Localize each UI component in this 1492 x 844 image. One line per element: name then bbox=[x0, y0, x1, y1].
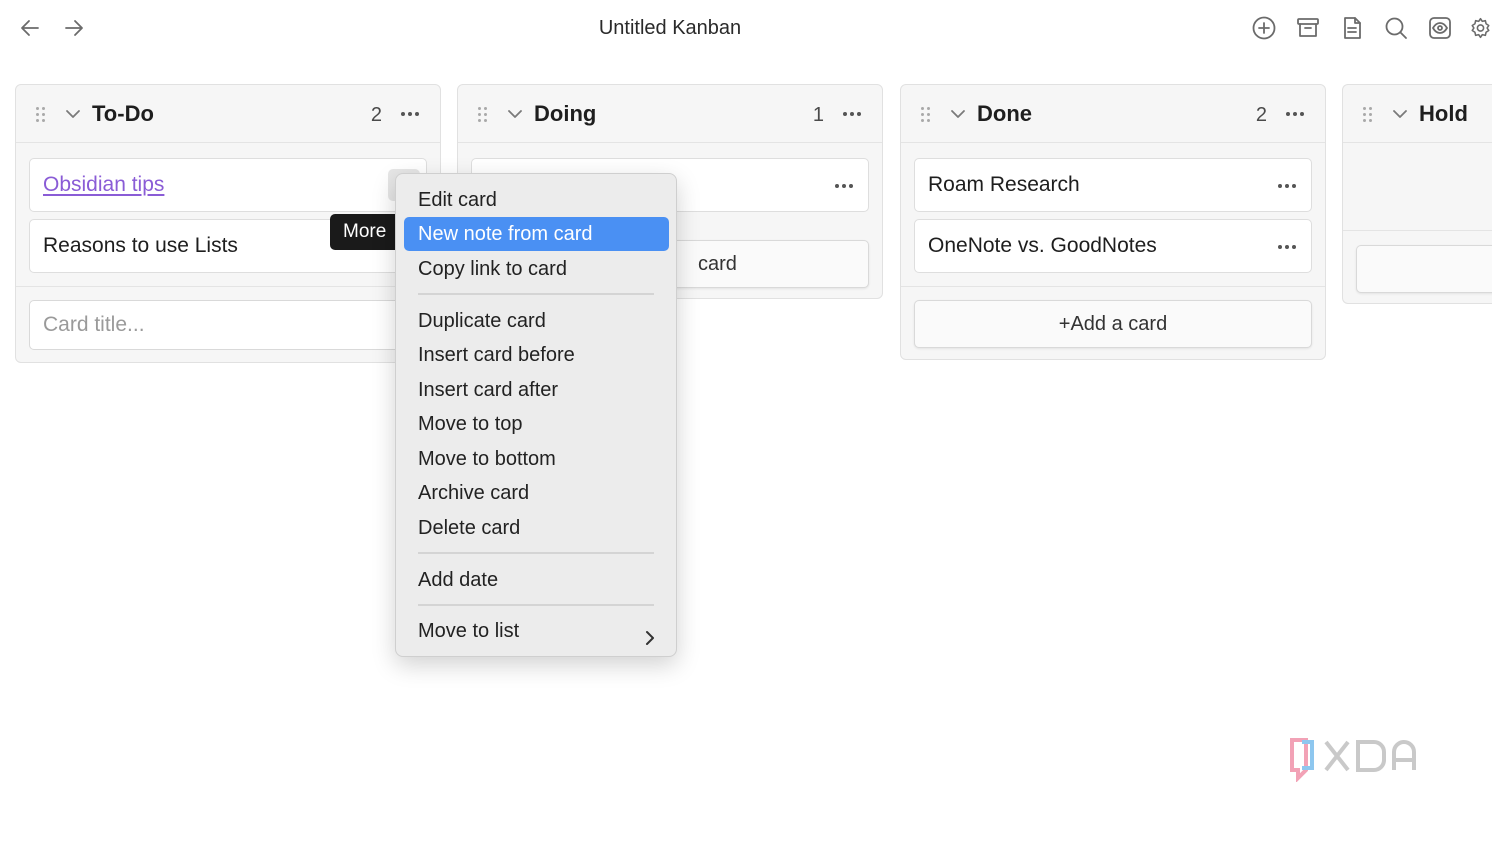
card-title: Reasons to use Lists bbox=[43, 234, 238, 257]
collapse-lane-button[interactable] bbox=[64, 105, 82, 123]
menu-item-archive-card[interactable]: Archive card bbox=[404, 476, 669, 510]
add-card-button[interactable]: +Add a card bbox=[914, 300, 1312, 348]
card-onenote-vs-goodnotes[interactable]: OneNote vs. GoodNotes bbox=[914, 219, 1312, 273]
lane-divider bbox=[901, 286, 1325, 287]
menu-item-delete-card[interactable]: Delete card bbox=[404, 511, 669, 545]
drag-handle-icon[interactable] bbox=[1363, 107, 1373, 123]
add-list-icon bbox=[1252, 16, 1276, 40]
menu-item-insert-card-before[interactable]: Insert card before bbox=[404, 338, 669, 372]
menu-item-move-to-top[interactable]: Move to top bbox=[404, 407, 669, 441]
menu-separator bbox=[418, 293, 654, 295]
chevron-down-icon bbox=[1393, 110, 1407, 118]
card-title-link[interactable]: Obsidian tips bbox=[43, 172, 164, 198]
search-icon bbox=[1385, 17, 1407, 39]
card-more-button[interactable] bbox=[1275, 236, 1299, 258]
new-card-title-input[interactable] bbox=[29, 300, 427, 350]
search-button[interactable] bbox=[1381, 13, 1411, 43]
chevron-down-icon bbox=[951, 110, 965, 118]
drag-handle-icon[interactable] bbox=[921, 107, 931, 123]
card-context-menu: Edit card New note from card Copy link t… bbox=[395, 173, 677, 657]
lane-card-count: 1 bbox=[812, 104, 824, 126]
collapse-lane-button[interactable] bbox=[949, 105, 967, 123]
lane-header: Doing 1 bbox=[458, 85, 882, 143]
chevron-down-icon bbox=[508, 110, 522, 118]
card-roam-research[interactable]: Roam Research bbox=[914, 158, 1312, 212]
more-icon bbox=[835, 184, 839, 188]
lane-title: Done bbox=[977, 101, 1032, 126]
forward-button[interactable] bbox=[60, 14, 88, 42]
back-button[interactable] bbox=[16, 14, 44, 42]
chevron-right-icon bbox=[643, 623, 657, 645]
add-card-button[interactable] bbox=[1356, 245, 1492, 293]
drag-handle-icon[interactable] bbox=[478, 107, 488, 123]
menu-item-edit-card[interactable]: Edit card bbox=[404, 183, 669, 217]
collapse-lane-button[interactable] bbox=[1391, 105, 1409, 123]
lane-header: Done 2 bbox=[901, 85, 1325, 143]
menu-item-move-to-list[interactable]: Move to list bbox=[404, 614, 669, 648]
xda-logo bbox=[1286, 736, 1436, 783]
lane-title: Doing bbox=[534, 101, 597, 126]
menu-separator bbox=[418, 604, 654, 606]
lane-card-count: 2 bbox=[1255, 104, 1267, 126]
lane-header: To-Do 2 bbox=[16, 85, 440, 143]
view-icon bbox=[1429, 17, 1451, 39]
more-icon bbox=[401, 112, 405, 116]
lane-title: Hold bbox=[1419, 101, 1468, 126]
card-obsidian-tips[interactable]: Obsidian tips bbox=[29, 158, 427, 212]
top-bar: Untitled Kanban bbox=[0, 0, 1492, 56]
lane-hold: Hold bbox=[1342, 84, 1492, 304]
lane-divider bbox=[1343, 230, 1492, 231]
card-title: Roam Research bbox=[928, 173, 1080, 196]
lane-card-count: 2 bbox=[370, 104, 382, 126]
menu-item-insert-card-after[interactable]: Insert card after bbox=[404, 373, 669, 407]
more-icon bbox=[1278, 184, 1282, 188]
collapse-lane-button[interactable] bbox=[506, 105, 524, 123]
menu-separator bbox=[418, 552, 654, 554]
card-more-button[interactable] bbox=[832, 175, 856, 197]
more-icon bbox=[843, 112, 847, 116]
lane-done: Done 2 Roam Research OneNote vs. GoodNot… bbox=[900, 84, 1326, 360]
more-icon bbox=[1278, 245, 1282, 249]
more-icon bbox=[1286, 112, 1290, 116]
arrow-right-icon bbox=[65, 20, 83, 36]
view-button[interactable] bbox=[1425, 13, 1455, 43]
add-card-label: card bbox=[698, 252, 737, 275]
chevron-down-icon bbox=[66, 110, 80, 118]
menu-item-copy-link-to-card[interactable]: Copy link to card bbox=[404, 252, 669, 286]
archive-button[interactable] bbox=[1293, 13, 1323, 43]
settings-button[interactable] bbox=[1467, 13, 1492, 43]
more-tooltip: More bbox=[330, 214, 400, 250]
markdown-view-button[interactable] bbox=[1337, 13, 1367, 43]
lane-more-button[interactable] bbox=[840, 103, 864, 125]
card-more-button[interactable] bbox=[1275, 175, 1299, 197]
lane-divider bbox=[16, 286, 440, 287]
add-card-label: +Add a card bbox=[1058, 312, 1168, 335]
menu-item-label: Move to list bbox=[418, 620, 520, 642]
archive-icon bbox=[1297, 18, 1319, 37]
add-list-button[interactable] bbox=[1249, 13, 1279, 43]
card-title: OneNote vs. GoodNotes bbox=[928, 234, 1157, 257]
page-title: Untitled Kanban bbox=[598, 17, 742, 39]
menu-item-add-date[interactable]: Add date bbox=[404, 563, 669, 597]
menu-item-new-note-from-card[interactable]: New note from card bbox=[404, 217, 669, 251]
menu-item-duplicate-card[interactable]: Duplicate card bbox=[404, 304, 669, 338]
lane-more-button[interactable] bbox=[398, 103, 422, 125]
lane-title: To-Do bbox=[92, 101, 154, 126]
lane-more-button[interactable] bbox=[1283, 103, 1307, 125]
arrow-left-icon bbox=[21, 20, 39, 36]
lane-header: Hold bbox=[1343, 85, 1492, 143]
drag-handle-icon[interactable] bbox=[36, 107, 46, 123]
menu-item-move-to-bottom[interactable]: Move to bottom bbox=[404, 442, 669, 476]
document-icon bbox=[1344, 17, 1361, 39]
settings-icon bbox=[1471, 17, 1490, 39]
